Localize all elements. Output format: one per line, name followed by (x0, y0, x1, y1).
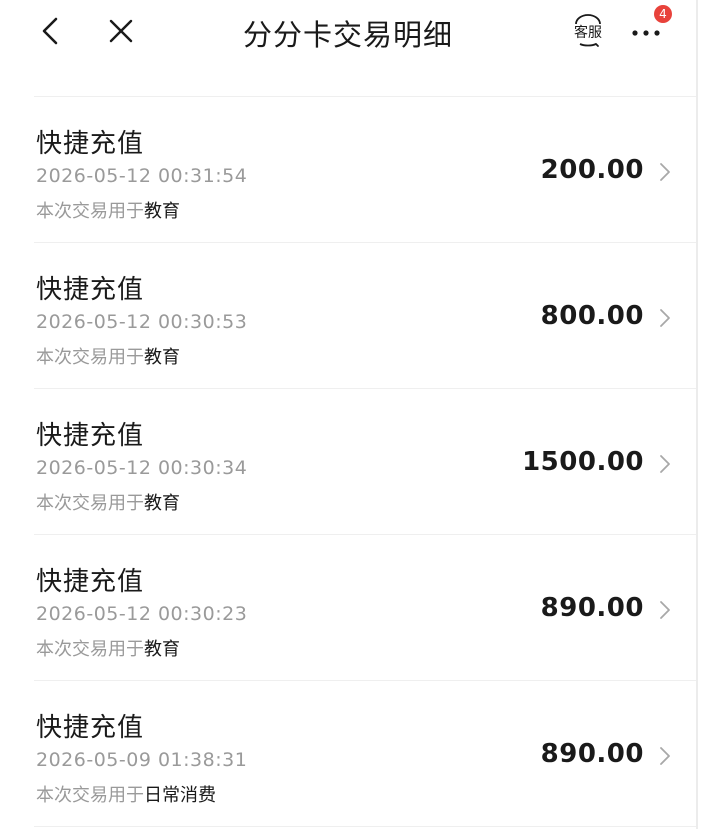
header-bar: 分分卡交易明细 客服 4 (0, 0, 696, 64)
transaction-row[interactable]: 快捷充值 2026-05-12 00:30:53 本次交易用于教育 800.00 (0, 243, 696, 389)
transaction-row[interactable]: 快捷充值 2026-05-09 01:38:31 本次交易用于日常消费 890.… (0, 681, 696, 827)
transaction-list: 快捷充值 2026-05-12 00:31:54 本次交易用于教育 200.00… (0, 97, 696, 827)
transaction-title: 快捷充值 (36, 421, 145, 451)
transaction-amount: 800.00 (540, 301, 644, 331)
transaction-time: 2026-05-12 00:31:54 (36, 165, 248, 187)
transaction-purpose: 本次交易用于教育 (36, 489, 180, 515)
purpose-prefix: 本次交易用于 (36, 201, 144, 222)
purpose-prefix: 本次交易用于 (36, 785, 144, 806)
transaction-purpose: 本次交易用于教育 (36, 343, 180, 369)
chevron-right-icon (660, 747, 670, 765)
transaction-amount: 1500.00 (522, 447, 644, 477)
purpose-prefix: 本次交易用于 (36, 347, 144, 368)
chevron-right-icon (660, 455, 670, 473)
purpose-category: 教育 (144, 201, 180, 222)
chevron-right-icon (660, 601, 670, 619)
transaction-title: 快捷充值 (36, 129, 145, 159)
chevron-right-icon (660, 309, 670, 327)
purpose-category: 教育 (144, 639, 180, 660)
transaction-purpose: 本次交易用于教育 (36, 635, 180, 661)
transaction-time: 2026-05-12 00:30:53 (36, 311, 248, 333)
purpose-category: 教育 (144, 347, 180, 368)
transaction-purpose: 本次交易用于教育 (36, 197, 180, 223)
customer-service-label: 客服 (574, 25, 602, 41)
transaction-amount: 890.00 (540, 739, 644, 769)
customer-service-button[interactable]: 客服 (570, 12, 606, 52)
transaction-title: 快捷充值 (36, 567, 145, 597)
transaction-title: 快捷充值 (36, 275, 145, 305)
transaction-time: 2026-05-12 00:30:34 (36, 457, 248, 479)
purpose-prefix: 本次交易用于 (36, 639, 144, 660)
transaction-row[interactable]: 快捷充值 2026-05-12 00:30:34 本次交易用于教育 1500.0… (0, 389, 696, 535)
purpose-category: 日常消费 (144, 785, 216, 806)
transaction-purpose: 本次交易用于日常消费 (36, 781, 216, 807)
transaction-detail-screen: 分分卡交易明细 客服 4 快捷充值 2026-05-12 00:31:54 本次… (0, 0, 698, 829)
transaction-row[interactable]: 快捷充值 2026-05-12 00:31:54 本次交易用于教育 200.00 (0, 97, 696, 243)
chevron-right-icon (660, 163, 670, 181)
transaction-row[interactable]: 快捷充值 2026-05-12 00:30:23 本次交易用于教育 890.00 (0, 535, 696, 681)
purpose-prefix: 本次交易用于 (36, 493, 144, 514)
transaction-amount: 200.00 (540, 155, 644, 185)
transaction-amount: 890.00 (540, 593, 644, 623)
purpose-category: 教育 (144, 493, 180, 514)
transaction-time: 2026-05-09 01:38:31 (36, 749, 248, 771)
row-divider (34, 826, 696, 827)
notification-badge: 4 (654, 5, 672, 23)
transaction-time: 2026-05-12 00:30:23 (36, 603, 248, 625)
transaction-title: 快捷充值 (36, 713, 145, 743)
